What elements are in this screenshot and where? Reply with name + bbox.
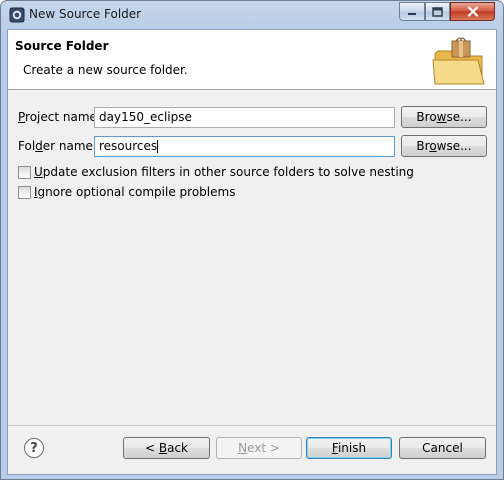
title-bar[interactable]: New Source Folder — [1, 1, 503, 29]
update-exclusion-checkbox-row[interactable]: Update exclusion filters in other source… — [18, 164, 414, 180]
ignore-compile-checkbox[interactable] — [18, 185, 31, 199]
finish-label: Finish — [331, 441, 367, 455]
dialog-body: Source Folder Create a new source folder… — [7, 29, 497, 475]
ignore-compile-label: Ignore optional compile problems — [34, 185, 236, 199]
page-title: Source Folder — [15, 39, 109, 53]
dialog-window: New Source Folder Source Folder Create a… — [0, 0, 504, 480]
project-name-input[interactable]: day150_eclipse — [94, 107, 395, 128]
text-caret — [157, 140, 159, 153]
back-button[interactable]: < Back — [123, 437, 210, 459]
folder-browse-label: Browse... — [416, 139, 472, 153]
back-label: < Back — [144, 441, 188, 455]
cancel-button[interactable]: Cancel — [399, 437, 486, 459]
app-icon — [9, 7, 25, 23]
cancel-label: Cancel — [422, 441, 463, 455]
ignore-compile-checkbox-row[interactable]: Ignore optional compile problems — [18, 184, 235, 200]
help-button[interactable]: ? — [24, 438, 44, 458]
maximize-button[interactable] — [425, 2, 450, 21]
project-browse-label: Browse... — [416, 110, 472, 124]
help-icon: ? — [30, 440, 38, 456]
update-exclusion-label: Update exclusion filters in other source… — [34, 165, 414, 179]
folder-package-icon — [432, 37, 485, 85]
finish-button[interactable]: Finish — [306, 437, 392, 459]
wizard-content: Project name: day150_eclipse Browse... F… — [8, 91, 496, 426]
close-icon — [467, 6, 478, 17]
update-exclusion-checkbox[interactable] — [18, 165, 31, 179]
maximize-icon — [432, 6, 443, 17]
next-button[interactable]: Next > — [216, 437, 302, 459]
project-browse-button[interactable]: Browse... — [401, 106, 487, 128]
minimize-icon — [408, 12, 416, 15]
folder-name-input[interactable]: resources — [94, 136, 395, 157]
minimize-button[interactable] — [399, 2, 425, 21]
close-button[interactable] — [450, 2, 495, 21]
folder-name-label: Folder name: — [18, 139, 97, 153]
folder-name-value: resources — [99, 139, 158, 153]
window-title: New Source Folder — [29, 7, 142, 21]
next-label: Next > — [238, 441, 280, 455]
project-name-label: Project name: — [18, 110, 101, 124]
project-name-value: day150_eclipse — [99, 110, 192, 124]
page-description: Create a new source folder. — [23, 63, 188, 77]
folder-browse-button[interactable]: Browse... — [401, 135, 487, 157]
wizard-header: Source Folder Create a new source folder… — [8, 30, 496, 90]
